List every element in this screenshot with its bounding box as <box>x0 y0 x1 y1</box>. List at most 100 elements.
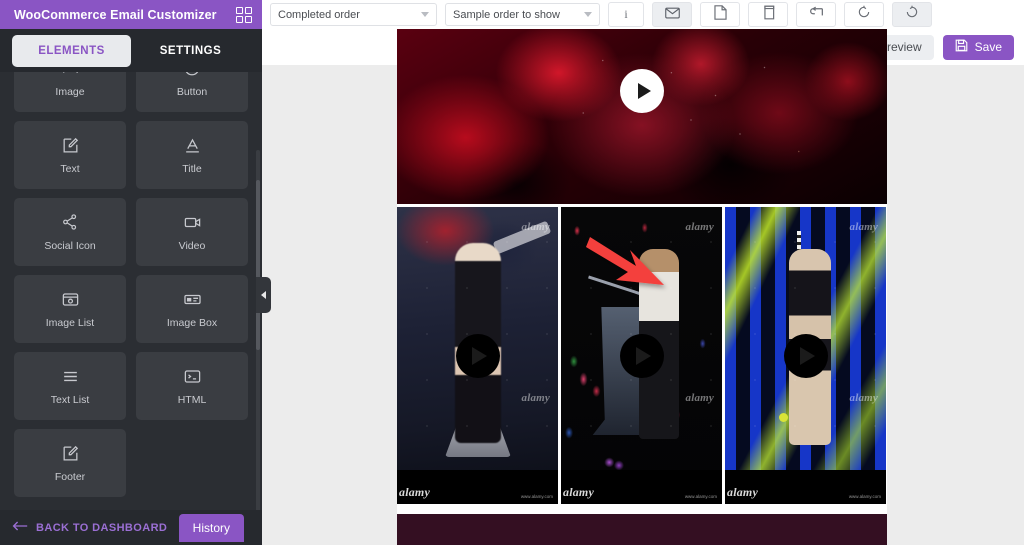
thumbnail-footer-bar: www.alamy.com <box>725 470 886 504</box>
duplicate-button[interactable] <box>748 2 788 27</box>
image-icon <box>61 72 80 78</box>
email-footer-band[interactable] <box>397 514 887 545</box>
refresh-button[interactable] <box>892 2 932 27</box>
document-icon <box>713 4 727 25</box>
chevron-down-icon <box>584 12 592 17</box>
sidebar: WooCommerce Email Customizer ELEMENTS SE… <box>0 0 262 545</box>
elements-grid: Image Button Text Title Social Icon Vide… <box>14 72 248 497</box>
element-label: Video <box>178 240 206 252</box>
rotate-cw-icon <box>905 5 919 24</box>
element-label: Title <box>182 163 202 175</box>
video-thumbnail-row: alamy alamy www.alamy.com alamy alamy al… <box>397 204 887 504</box>
element-label: Text <box>60 163 80 175</box>
grid-cell <box>236 15 243 23</box>
order-status-select[interactable]: Completed order <box>270 3 437 26</box>
text-list-icon <box>61 366 80 386</box>
watermark-fineprint: www.alamy.com <box>520 494 553 499</box>
arrow-left-icon <box>12 520 28 535</box>
rotate-ccw-icon <box>857 5 871 24</box>
app-title: WooCommerce Email Customizer <box>14 7 217 22</box>
reset-button[interactable] <box>844 2 884 27</box>
video-thumbnail-1[interactable]: alamy alamy www.alamy.com alamy <box>397 207 558 504</box>
toolbar: Completed order Sample order to show i <box>262 0 1024 29</box>
stage-prop <box>492 220 552 255</box>
element-label: Social Icon <box>44 240 96 252</box>
sample-order-select[interactable]: Sample order to show <box>445 3 600 26</box>
scrollbar-thumb[interactable] <box>256 180 260 350</box>
play-icon[interactable] <box>455 333 500 378</box>
watermark-fineprint: www.alamy.com <box>684 494 717 499</box>
element-card-social-icon[interactable]: Social Icon <box>14 198 126 266</box>
thumbnail-footer-bar: www.alamy.com <box>561 470 722 504</box>
video-thumbnail-2[interactable]: alamy alamy www.alamy.com alamy <box>561 207 722 504</box>
sidebar-header: WooCommerce Email Customizer <box>0 0 262 29</box>
element-card-text-list[interactable]: Text List <box>14 352 126 420</box>
grid-icon[interactable] <box>236 6 252 23</box>
element-card-image-list[interactable]: Image List <box>14 275 126 343</box>
element-card-image[interactable]: Image <box>14 72 126 112</box>
element-card-footer[interactable]: Footer <box>14 429 126 497</box>
info-icon: i <box>624 7 628 21</box>
element-label: Image Box <box>166 317 218 329</box>
element-label: Button <box>176 86 208 98</box>
elements-panel: Image Button Text Title Social Icon Vide… <box>0 72 262 510</box>
info-button[interactable]: i <box>608 2 644 27</box>
tab-settings[interactable]: SETTINGS <box>131 35 250 67</box>
email-preview-column: alamy alamy www.alamy.com alamy alamy al… <box>397 29 887 545</box>
sample-order-value: Sample order to show <box>453 8 560 21</box>
watermark-text: alamy <box>521 392 550 404</box>
element-label: Image <box>55 86 85 98</box>
element-card-html[interactable]: HTML <box>136 352 248 420</box>
tab-elements[interactable]: ELEMENTS <box>12 34 131 67</box>
email-canvas: Preview Save alamy alamy www.alamy.com a… <box>262 29 1024 545</box>
page-button[interactable] <box>700 2 740 27</box>
undo-arrow-icon <box>809 6 824 24</box>
copy-icon <box>762 5 775 25</box>
image-box-icon <box>183 289 202 309</box>
element-card-title[interactable]: Title <box>136 121 248 189</box>
undo-button[interactable] <box>796 2 836 27</box>
element-label: HTML <box>177 394 207 406</box>
main-area: Completed order Sample order to show i P… <box>262 0 1024 545</box>
app-root: WooCommerce Email Customizer ELEMENTS SE… <box>0 0 1024 545</box>
save-button[interactable]: Save <box>942 34 1014 60</box>
grid-cell <box>245 15 252 23</box>
element-card-text[interactable]: Text <box>14 121 126 189</box>
element-label: Footer <box>54 471 86 483</box>
button-icon <box>183 72 201 78</box>
chevron-left-icon <box>261 291 266 299</box>
video-thumbnail-3[interactable]: alamy alamy www.alamy.com alamy <box>725 207 886 504</box>
grid-cell <box>236 6 243 14</box>
element-card-image-box[interactable]: Image Box <box>136 275 248 343</box>
footer-edit-icon <box>61 443 80 463</box>
grid-cell <box>245 6 252 14</box>
stage-light <box>779 413 788 422</box>
sidebar-footer: BACK TO DASHBOARD History <box>0 510 262 545</box>
sidebar-tabs: ELEMENTS SETTINGS <box>0 29 262 72</box>
play-icon[interactable] <box>783 333 828 378</box>
html-code-icon <box>183 366 202 386</box>
image-list-icon <box>61 289 80 309</box>
video-camera-icon <box>183 212 202 232</box>
element-label: Text List <box>50 394 90 406</box>
email-button[interactable] <box>652 2 692 27</box>
collapse-sidebar-handle[interactable] <box>256 277 271 313</box>
order-status-value: Completed order <box>278 8 360 21</box>
back-to-dashboard-link[interactable]: BACK TO DASHBOARD <box>12 520 167 535</box>
play-icon[interactable] <box>620 69 664 113</box>
title-a-icon <box>183 135 202 155</box>
element-card-button[interactable]: Button <box>136 72 248 112</box>
play-icon[interactable] <box>619 333 664 378</box>
back-to-dashboard-label: BACK TO DASHBOARD <box>36 521 168 534</box>
chevron-down-icon <box>421 12 429 17</box>
element-label: Image List <box>45 317 95 329</box>
save-label: Save <box>974 40 1002 54</box>
sidebar-scrollbar[interactable] <box>256 150 260 510</box>
floppy-disk-icon <box>955 39 968 55</box>
element-card-video[interactable]: Video <box>136 198 248 266</box>
history-button[interactable]: History <box>178 513 244 542</box>
hero-video-block[interactable] <box>397 29 887 204</box>
watermark-fineprint: www.alamy.com <box>848 494 881 499</box>
hero-particles <box>397 29 887 204</box>
thumbnail-footer-bar: www.alamy.com <box>397 470 558 504</box>
